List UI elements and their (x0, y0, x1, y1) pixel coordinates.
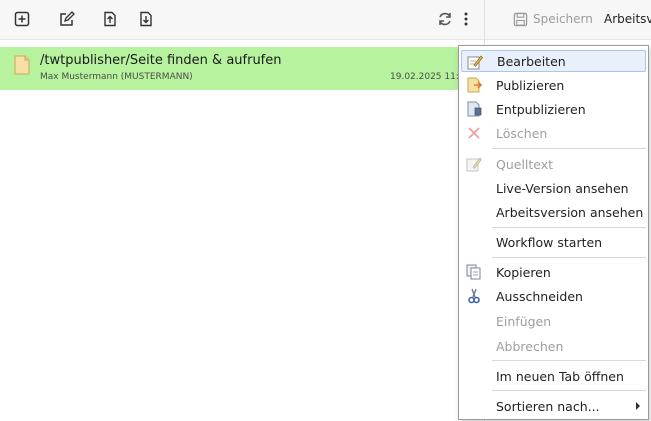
edit-icon[interactable] (58, 10, 76, 28)
menu-item-label: Live-Version ansehen (496, 180, 629, 196)
menu-item-label: Abbrechen (496, 338, 564, 354)
menu-item-label: Arbeitsversion ansehen (496, 204, 644, 220)
menu-item-label: Bearbeiten (497, 53, 566, 69)
menu-item-cut[interactable]: Ausschneiden (461, 285, 646, 307)
menu-item-label: Ausschneiden (496, 288, 583, 304)
menu-item-view-working[interactable]: Arbeitsversion ansehen (461, 201, 646, 223)
menu-separator (492, 227, 646, 228)
menu-item-label: Sortieren nach... (496, 398, 600, 414)
menu-item-cancel[interactable]: Abbrechen (461, 335, 646, 357)
menu-item-label: Publizieren (496, 77, 565, 93)
more-vertical-icon[interactable] (457, 10, 475, 28)
save-button[interactable]: Speichern (533, 12, 593, 26)
menu-separator (492, 360, 646, 361)
menu-item-label: Löschen (496, 125, 548, 141)
menu-item-start-workflow[interactable]: Workflow starten (461, 231, 646, 253)
document-title: /twtpublisher/Seite finden & aufrufen (40, 53, 282, 68)
menu-item-label: Kopieren (496, 264, 551, 280)
menu-item-edit[interactable]: Bearbeiten (461, 50, 646, 72)
document-icon (14, 55, 30, 75)
app-window: /twtpublisher/Seite finden & aufrufen Ma… (0, 0, 651, 421)
document-date: 19.02.2025 11: (390, 72, 459, 82)
source-icon (466, 157, 482, 172)
menu-item-paste[interactable]: Einfügen (461, 310, 646, 332)
submenu-arrow-icon (636, 402, 640, 410)
menu-separator (492, 148, 646, 149)
version-tab[interactable]: Arbeitsve (604, 12, 651, 26)
menu-separator (492, 257, 646, 258)
list-toolbar (0, 0, 484, 40)
editor-toolbar: Speichern Arbeitsve (485, 0, 651, 40)
menu-item-open-new-tab[interactable]: Im neuen Tab öffnen (461, 365, 646, 387)
document-list-panel: /twtpublisher/Seite finden & aufrufen Ma… (0, 0, 484, 421)
scissors-icon (468, 288, 480, 304)
refresh-icon[interactable] (436, 10, 454, 28)
menu-item-view-live[interactable]: Live-Version ansehen (461, 177, 646, 199)
download-icon[interactable] (137, 10, 155, 28)
save-icon (513, 12, 528, 27)
menu-item-label: Entpublizieren (496, 101, 586, 117)
menu-item-sort-by[interactable]: Sortieren nach... (461, 395, 646, 417)
menu-item-label: Workflow starten (496, 234, 603, 250)
menu-item-label: Einfügen (496, 313, 552, 329)
delete-x-icon (468, 127, 480, 139)
menu-item-delete[interactable]: Löschen (461, 122, 646, 144)
context-menu: Bearbeiten Publizieren Entpublizieren Lö… (458, 45, 649, 420)
list-item-selected[interactable]: /twtpublisher/Seite finden & aufrufen Ma… (0, 47, 484, 90)
edit-pencil-icon (467, 55, 483, 70)
copy-icon (466, 264, 481, 280)
menu-item-unpublish[interactable]: Entpublizieren (461, 98, 646, 120)
publish-icon (467, 77, 482, 93)
menu-separator (492, 390, 646, 391)
menu-item-copy[interactable]: Kopieren (461, 261, 646, 283)
upload-icon[interactable] (101, 10, 119, 28)
new-icon[interactable] (13, 10, 31, 28)
menu-item-label: Quelltext (496, 156, 554, 172)
menu-item-source[interactable]: Quelltext (461, 153, 646, 175)
document-author: Max Mustermann (MUSTERMANN) (40, 72, 193, 82)
unpublish-icon (467, 101, 482, 117)
menu-item-publish[interactable]: Publizieren (461, 74, 646, 96)
menu-item-label: Im neuen Tab öffnen (496, 368, 624, 384)
